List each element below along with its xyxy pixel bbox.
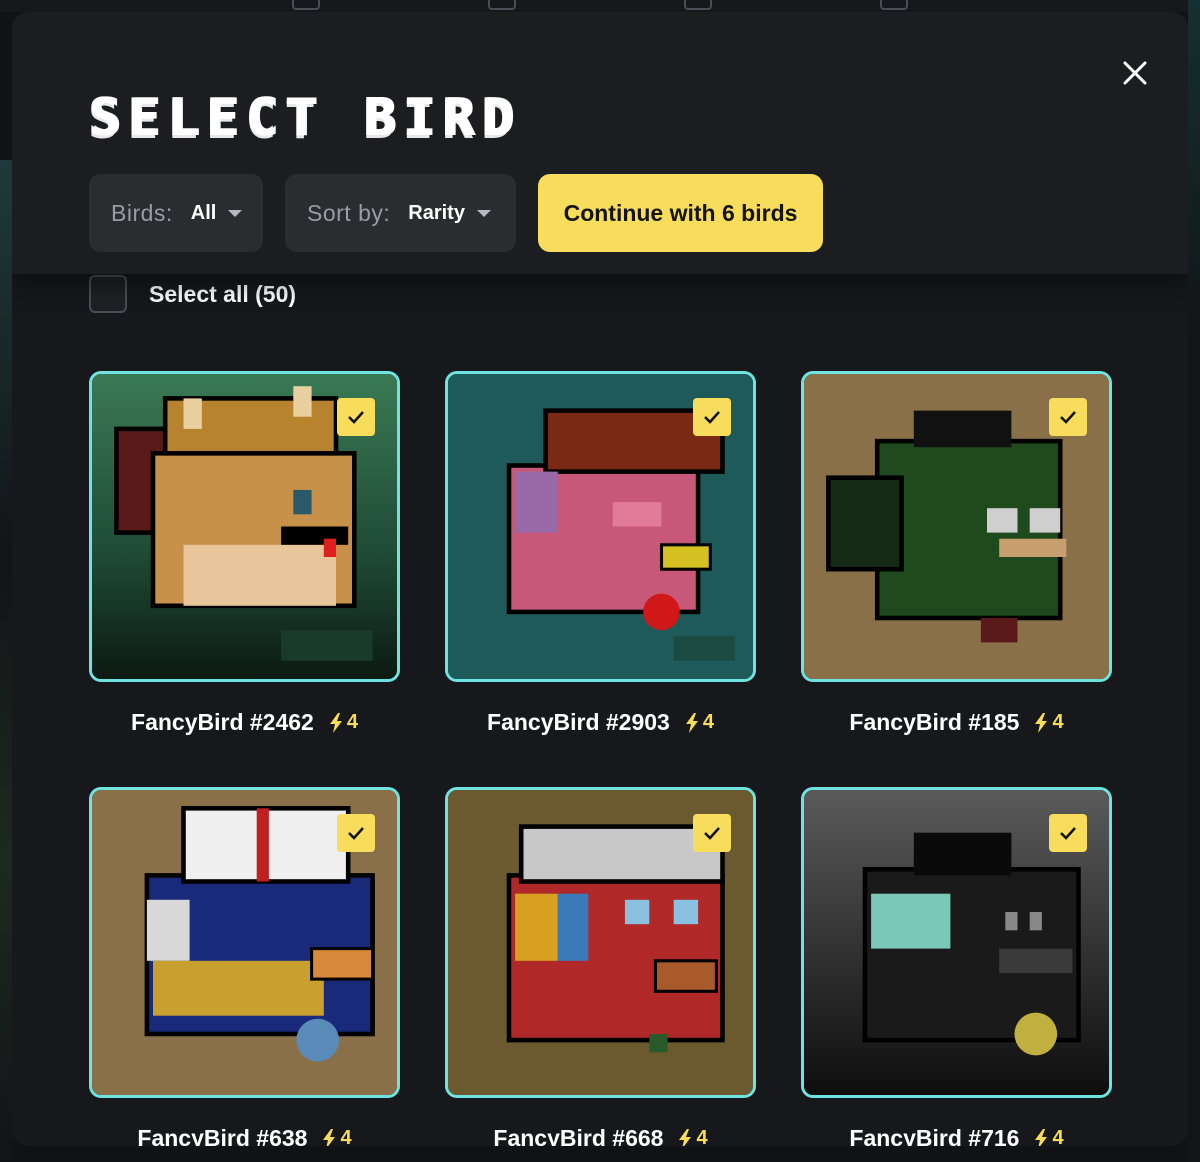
background-nav-icon bbox=[488, 0, 516, 10]
bird-card[interactable]: FancyBird #638 4 bbox=[89, 787, 400, 1146]
bird-name: FancyBird #2462 bbox=[131, 709, 314, 735]
lightning-bolt-icon bbox=[685, 712, 698, 733]
bird-name: FancyBird #185 bbox=[849, 709, 1020, 735]
checkmark-icon bbox=[704, 411, 720, 424]
modal-header: SELECT BIRD Birds: All Sort by: Rarity C… bbox=[12, 12, 1188, 274]
bird-power-value: 4 bbox=[1052, 1127, 1064, 1146]
checkmark-icon bbox=[1060, 827, 1076, 840]
bird-card[interactable]: FancyBird #185 4 bbox=[801, 371, 1112, 736]
checkmark-icon bbox=[704, 827, 720, 840]
sort-by-value: Rarity bbox=[408, 201, 465, 224]
bird-card[interactable]: FancyBird #668 4 bbox=[445, 787, 756, 1146]
close-button[interactable] bbox=[1118, 56, 1152, 90]
bird-power: 4 bbox=[328, 711, 358, 734]
bird-caption: FancyBird #2903 4 bbox=[445, 709, 756, 736]
bird-name: FancyBird #2903 bbox=[487, 709, 670, 735]
bird-image-frame[interactable] bbox=[445, 371, 756, 682]
background-sidebar bbox=[0, 160, 12, 1160]
birds-filter-value: All bbox=[190, 201, 217, 224]
background-nav-icon bbox=[292, 0, 320, 10]
select-bird-modal: SELECT BIRD Birds: All Sort by: Rarity C… bbox=[12, 12, 1188, 1146]
bird-card[interactable]: FancyBird #2462 4 bbox=[89, 371, 400, 736]
select-all-checkbox[interactable] bbox=[89, 275, 127, 313]
bird-name: FancyBird #716 bbox=[849, 1125, 1020, 1146]
bird-caption: FancyBird #2462 4 bbox=[89, 709, 400, 736]
background-right-panel bbox=[1188, 0, 1200, 1162]
lightning-bolt-icon bbox=[1035, 712, 1048, 733]
selected-checkbox[interactable] bbox=[337, 814, 375, 852]
checkmark-icon bbox=[348, 827, 364, 840]
lightning-bolt-icon bbox=[323, 1128, 336, 1146]
background-nav-icon bbox=[684, 0, 712, 10]
select-all-row: Select all (50) bbox=[89, 275, 296, 313]
bird-image-frame[interactable] bbox=[801, 371, 1112, 682]
modal-title: SELECT BIRD bbox=[88, 88, 521, 148]
chevron-down-icon bbox=[476, 209, 491, 217]
chevron-down-icon bbox=[228, 209, 243, 217]
checkmark-icon bbox=[1060, 411, 1076, 424]
birds-filter-label: Birds: bbox=[111, 199, 173, 226]
bird-power-value: 4 bbox=[340, 1127, 352, 1146]
bird-name: FancyBird #668 bbox=[493, 1125, 664, 1146]
lightning-bolt-icon bbox=[329, 712, 342, 733]
sort-by-dropdown[interactable]: Sort by: Rarity bbox=[285, 174, 516, 252]
bird-card[interactable]: FancyBird #716 4 bbox=[801, 787, 1112, 1146]
bird-power-value: 4 bbox=[346, 711, 358, 733]
checkmark-icon bbox=[348, 411, 364, 424]
bird-power-value: 4 bbox=[702, 711, 714, 733]
bird-power: 4 bbox=[677, 1127, 708, 1146]
filter-controls: Birds: All Sort by: Rarity Continue with… bbox=[89, 174, 823, 252]
bird-card[interactable]: FancyBird #2903 4 bbox=[445, 371, 756, 736]
close-icon bbox=[1123, 61, 1147, 85]
bird-caption: FancyBird #668 4 bbox=[445, 1125, 756, 1146]
lightning-bolt-icon bbox=[1035, 1128, 1048, 1146]
background-nav-icon bbox=[880, 0, 908, 10]
lightning-bolt-icon bbox=[679, 1128, 692, 1146]
continue-button[interactable]: Continue with 6 birds bbox=[538, 174, 823, 252]
birds-filter-dropdown[interactable]: Birds: All bbox=[89, 174, 263, 252]
bird-image-frame[interactable] bbox=[801, 787, 1112, 1098]
selected-checkbox[interactable] bbox=[693, 814, 731, 852]
bird-power: 4 bbox=[684, 711, 714, 734]
bird-name: FancyBird #638 bbox=[137, 1125, 308, 1146]
bird-image-frame[interactable] bbox=[89, 371, 400, 682]
bird-power-value: 4 bbox=[1052, 711, 1064, 733]
bird-image-frame[interactable] bbox=[89, 787, 400, 1098]
bird-image-frame[interactable] bbox=[445, 787, 756, 1098]
bird-power: 4 bbox=[1033, 1127, 1064, 1146]
bird-power: 4 bbox=[321, 1127, 352, 1146]
bird-caption: FancyBird #716 4 bbox=[801, 1125, 1112, 1146]
select-all-label[interactable]: Select all (50) bbox=[149, 281, 296, 308]
selected-checkbox[interactable] bbox=[1049, 814, 1087, 852]
background-top-nav bbox=[0, 0, 1200, 12]
selected-checkbox[interactable] bbox=[1049, 398, 1087, 436]
bird-caption: FancyBird #638 4 bbox=[89, 1125, 400, 1146]
sort-by-label: Sort by: bbox=[307, 199, 391, 226]
bird-power: 4 bbox=[1033, 711, 1064, 734]
selected-checkbox[interactable] bbox=[337, 398, 375, 436]
bird-power-value: 4 bbox=[696, 1127, 708, 1146]
bird-caption: FancyBird #185 4 bbox=[801, 709, 1112, 736]
selected-checkbox[interactable] bbox=[693, 398, 731, 436]
